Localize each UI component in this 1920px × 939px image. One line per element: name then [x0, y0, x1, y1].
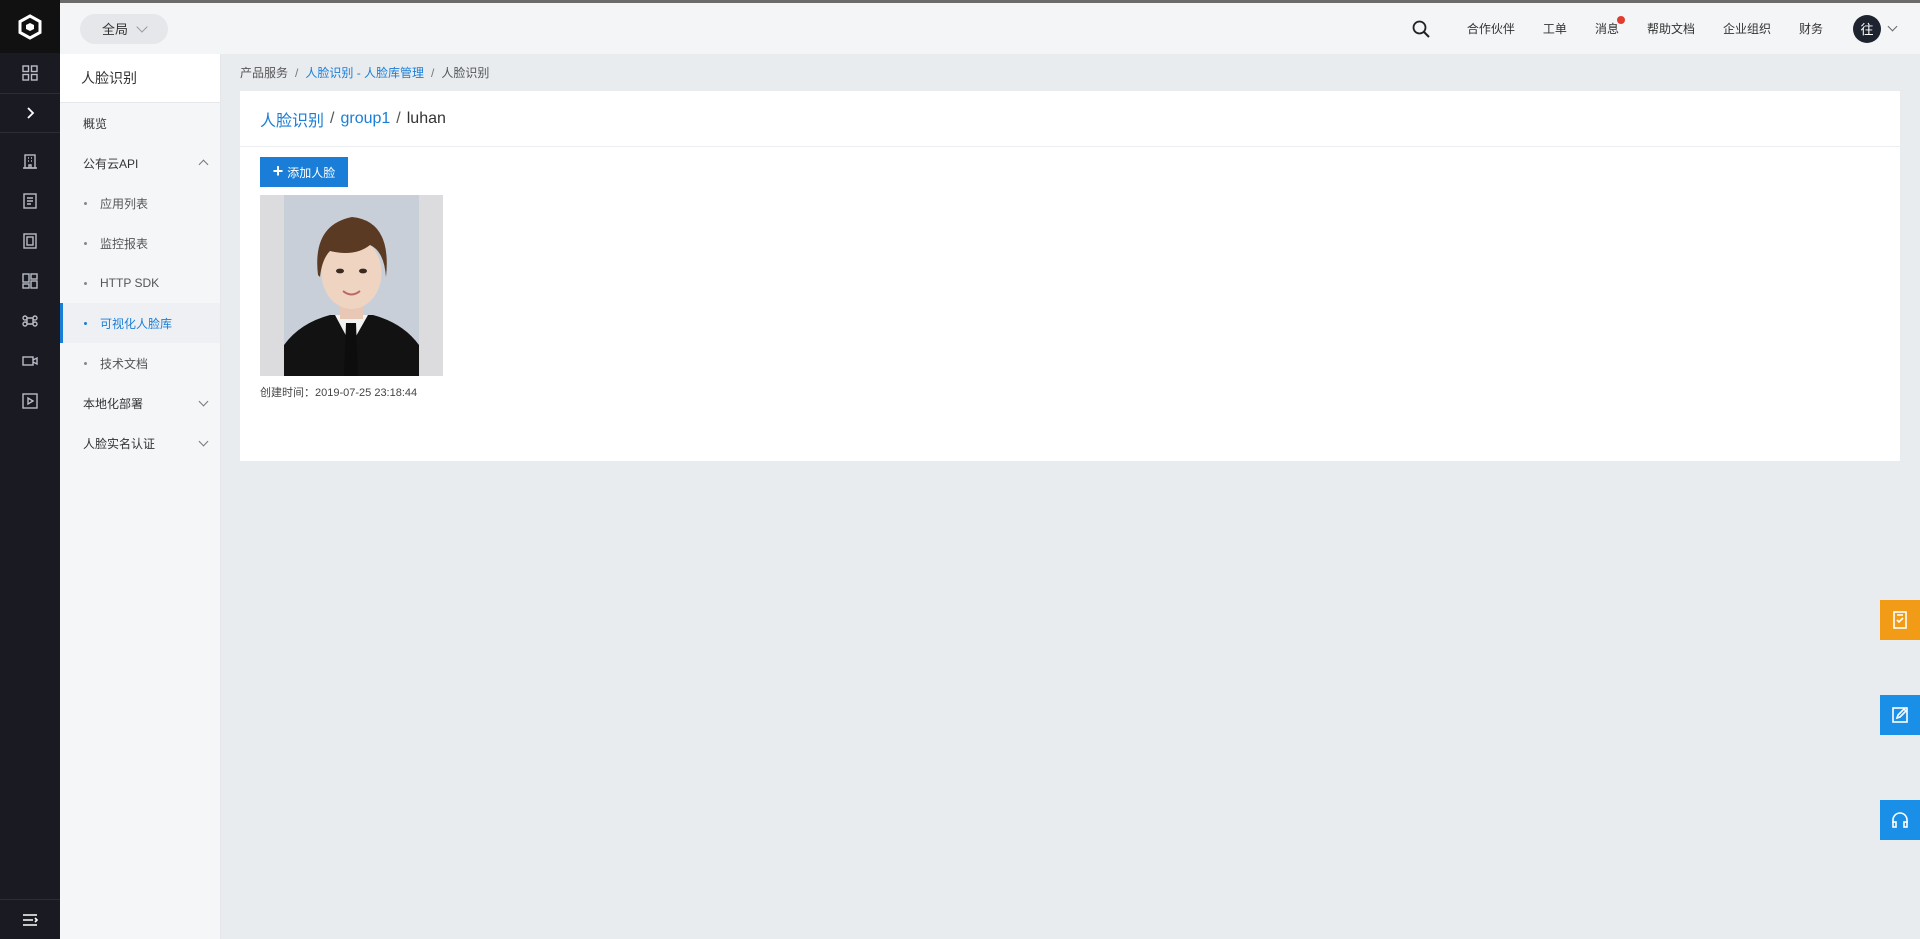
sidebar-item-http-sdk[interactable]: HTTP SDK [60, 263, 220, 303]
chevron-up-icon [198, 159, 209, 170]
headset-support-icon[interactable] [1880, 800, 1920, 840]
icon-rail [0, 0, 60, 939]
path-separator: / [330, 109, 335, 127]
path-group-link[interactable]: group1 [340, 110, 390, 128]
scope-label: 全局 [101, 22, 128, 37]
top-nav: 合作伙伴 工单 消息 帮助文档 企业组织 财务 往 [1411, 3, 1920, 54]
sidebar-item-app-list[interactable]: 应用列表 [60, 183, 220, 223]
sidebar-item-label: 人脸实名认证 [83, 436, 156, 451]
sidebar-item-label: 监控报表 [100, 236, 149, 251]
command-icon[interactable] [0, 301, 60, 341]
chevron-down-icon [198, 436, 209, 447]
breadcrumb-separator: / [431, 65, 435, 80]
path-root-link[interactable]: 人脸识别 [260, 107, 324, 131]
created-value: 2019-07-25 23:18:44 [315, 387, 418, 399]
nav-help-docs[interactable]: 帮助文档 [1647, 20, 1695, 37]
add-face-label: 添加人脸 [287, 165, 336, 180]
sidebar-item-label: HTTP SDK [100, 276, 160, 290]
top-bar: 全局 合作伙伴 工单 消息 帮助文档 企业组织 财务 往 [60, 0, 1920, 54]
unread-dot-badge [1616, 16, 1625, 24]
sidebar-group-local-deploy[interactable]: 本地化部署 [60, 383, 220, 423]
sidebar-item-label: 技术文档 [100, 356, 149, 371]
path-separator: / [396, 109, 401, 127]
menu-icon[interactable] [0, 899, 60, 939]
bullet-icon [84, 202, 87, 205]
bullet-icon [84, 242, 87, 245]
sidebar-item-label: 可视化人脸库 [100, 316, 173, 331]
breadcrumb-parent[interactable]: 人脸识别 - 人脸库管理 [305, 64, 424, 81]
face-created-time: 创建时间：2019-07-25 23:18:44 [260, 384, 443, 400]
sidebar-item-face-library[interactable]: 可视化人脸库 [60, 303, 220, 343]
add-face-button[interactable]: + 添加人脸 [260, 157, 348, 187]
nav-organization[interactable]: 企业组织 [1723, 20, 1771, 37]
sidebar-item-overview[interactable]: 概览 [60, 103, 220, 143]
sidebar-item-label: 本地化部署 [83, 396, 144, 411]
logo-icon[interactable] [0, 0, 60, 53]
sidebar-item-monitoring[interactable]: 监控报表 [60, 223, 220, 263]
chevron-down-icon [136, 20, 148, 33]
face-library-card: 人脸识别 / group1 / luhan + 添加人脸 创建时间：2019-0… [240, 91, 1900, 461]
edit-icon[interactable] [1880, 695, 1920, 735]
created-label: 创建时间： [260, 387, 315, 399]
video-camera-icon[interactable] [0, 341, 60, 381]
breadcrumb-root[interactable]: 产品服务 [240, 64, 288, 81]
page-title: 人脸识别 / group1 / luhan [240, 91, 1900, 147]
face-photo[interactable] [260, 195, 443, 376]
breadcrumb-separator: / [295, 65, 299, 80]
building-icon[interactable] [0, 141, 60, 181]
sidebar-title: 人脸识别 [60, 54, 220, 103]
nav-tickets[interactable]: 工单 [1543, 20, 1567, 37]
play-icon[interactable] [0, 381, 60, 421]
sidebar-item-label: 应用列表 [100, 196, 149, 211]
face-item[interactable]: 创建时间：2019-07-25 23:18:44 [260, 195, 443, 400]
avatar[interactable]: 往 [1853, 14, 1881, 43]
product-sidebar: 人脸识别 概览 公有云API 应用列表 监控报表 HTTP SDK 可视化人脸库… [60, 54, 221, 939]
feedback-checklist-icon[interactable] [1880, 600, 1920, 640]
expand-sidebar-icon[interactable] [0, 93, 60, 133]
bullet-icon [84, 282, 87, 285]
bullet-icon [84, 362, 87, 365]
nav-partners[interactable]: 合作伙伴 [1467, 20, 1515, 37]
nav-finance[interactable]: 财务 [1799, 20, 1823, 37]
database-icon[interactable] [0, 221, 60, 261]
plus-icon: + [272, 161, 284, 181]
search-icon[interactable] [1411, 19, 1431, 39]
sidebar-group-realname[interactable]: 人脸实名认证 [60, 423, 220, 463]
sidebar-item-tech-docs[interactable]: 技术文档 [60, 343, 220, 383]
bullet-icon [84, 322, 87, 325]
path-user: luhan [406, 109, 446, 127]
nav-messages[interactable]: 消息 [1594, 16, 1625, 37]
main-content: 产品服务 / 人脸识别 - 人脸库管理 / 人脸识别 人脸识别 / group1… [240, 54, 1900, 461]
breadcrumb: 产品服务 / 人脸识别 - 人脸库管理 / 人脸识别 [240, 54, 1900, 91]
layout-icon[interactable] [0, 261, 60, 301]
breadcrumb-current: 人脸识别 [441, 66, 490, 80]
chevron-down-icon [198, 396, 209, 407]
nav-messages-label: 消息 [1594, 22, 1619, 36]
dashboard-grid-icon[interactable] [0, 53, 60, 93]
scope-selector[interactable]: 全局 [80, 13, 168, 44]
chevron-down-icon[interactable] [1887, 21, 1898, 32]
sidebar-group-public-api[interactable]: 公有云API [60, 143, 220, 183]
sidebar-item-label: 公有云API [83, 156, 139, 171]
document-icon[interactable] [0, 181, 60, 221]
sidebar-item-label: 概览 [83, 116, 108, 131]
